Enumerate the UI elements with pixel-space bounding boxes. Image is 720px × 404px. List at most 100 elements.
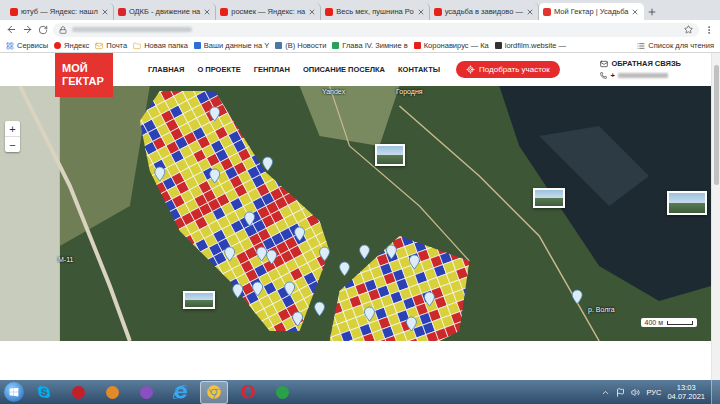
plot[interactable] bbox=[146, 231, 160, 245]
plot[interactable] bbox=[303, 86, 317, 93]
pin-icon[interactable] bbox=[409, 255, 419, 269]
plot[interactable] bbox=[324, 204, 338, 218]
plot[interactable] bbox=[287, 156, 301, 170]
plot[interactable] bbox=[463, 286, 476, 299]
plot[interactable] bbox=[19, 163, 33, 177]
plot[interactable] bbox=[309, 214, 322, 227]
plot[interactable] bbox=[344, 223, 357, 236]
scroll-thumb[interactable] bbox=[714, 65, 719, 185]
plot[interactable] bbox=[285, 89, 299, 103]
plot[interactable] bbox=[180, 337, 194, 341]
plot[interactable] bbox=[75, 246, 89, 260]
plot[interactable] bbox=[91, 170, 105, 184]
plot[interactable] bbox=[439, 220, 452, 233]
plot[interactable] bbox=[77, 166, 91, 180]
plot[interactable] bbox=[320, 218, 334, 232]
taskbar-app[interactable] bbox=[98, 381, 126, 404]
plot[interactable] bbox=[101, 232, 115, 246]
plot[interactable] bbox=[498, 326, 511, 339]
plot[interactable] bbox=[144, 334, 158, 341]
plot[interactable] bbox=[295, 294, 308, 307]
plot[interactable] bbox=[457, 182, 470, 195]
plot[interactable] bbox=[409, 215, 423, 229]
volume-icon[interactable] bbox=[631, 388, 640, 397]
plot[interactable] bbox=[117, 326, 131, 340]
plot[interactable] bbox=[312, 267, 326, 281]
plot[interactable] bbox=[445, 239, 458, 252]
plot[interactable] bbox=[102, 254, 116, 268]
plot[interactable] bbox=[124, 254, 138, 268]
plot[interactable] bbox=[107, 286, 121, 300]
plot[interactable] bbox=[479, 301, 492, 314]
plot[interactable] bbox=[306, 236, 319, 249]
plot[interactable] bbox=[403, 180, 416, 193]
plot[interactable] bbox=[463, 200, 476, 213]
plot[interactable] bbox=[332, 155, 346, 169]
plot[interactable] bbox=[353, 219, 366, 232]
plot[interactable] bbox=[201, 270, 215, 284]
plot[interactable] bbox=[251, 130, 265, 144]
plot[interactable] bbox=[247, 336, 261, 341]
plot[interactable] bbox=[508, 323, 521, 336]
plot[interactable] bbox=[335, 119, 349, 133]
plot[interactable] bbox=[364, 194, 378, 208]
plot[interactable] bbox=[284, 234, 297, 247]
plot[interactable] bbox=[227, 86, 241, 99]
plot[interactable] bbox=[139, 303, 153, 317]
plot[interactable] bbox=[413, 208, 426, 221]
plot[interactable] bbox=[309, 325, 323, 339]
plot[interactable] bbox=[246, 143, 260, 157]
plot[interactable] bbox=[200, 86, 214, 91]
plot[interactable] bbox=[271, 228, 284, 241]
taskbar-app[interactable] bbox=[64, 381, 92, 404]
plot[interactable] bbox=[80, 255, 94, 269]
plot[interactable] bbox=[306, 322, 319, 335]
plot[interactable] bbox=[85, 286, 99, 300]
plot[interactable] bbox=[47, 193, 61, 207]
plot[interactable] bbox=[72, 134, 86, 148]
plot[interactable] bbox=[404, 184, 418, 198]
plot[interactable] bbox=[102, 277, 116, 291]
plot[interactable] bbox=[273, 129, 287, 143]
plot[interactable] bbox=[104, 151, 118, 165]
nav-item[interactable]: ОПИСАНИЕ ПОСЕЛКА bbox=[303, 65, 385, 74]
plot[interactable] bbox=[126, 151, 140, 165]
plot[interactable] bbox=[193, 319, 207, 333]
plot[interactable] bbox=[352, 87, 366, 101]
plot[interactable] bbox=[325, 226, 339, 240]
plot[interactable] bbox=[315, 209, 329, 223]
plot[interactable] bbox=[272, 107, 286, 121]
plot[interactable] bbox=[138, 280, 152, 294]
plot[interactable] bbox=[65, 228, 79, 242]
plot[interactable] bbox=[258, 86, 272, 94]
plot[interactable] bbox=[385, 218, 398, 231]
taskbar-app[interactable] bbox=[132, 381, 160, 404]
plot[interactable] bbox=[304, 316, 318, 330]
plot[interactable] bbox=[100, 187, 114, 201]
pin-icon[interactable] bbox=[253, 282, 263, 296]
plot[interactable] bbox=[126, 321, 140, 335]
plot[interactable] bbox=[387, 216, 401, 230]
plot[interactable] bbox=[51, 202, 65, 216]
plot[interactable] bbox=[328, 168, 342, 182]
plot[interactable] bbox=[124, 231, 138, 245]
plot[interactable] bbox=[104, 174, 118, 188]
plot[interactable] bbox=[251, 322, 265, 336]
bookmark[interactable]: Сервисы bbox=[6, 41, 48, 50]
pin-icon[interactable] bbox=[245, 212, 255, 226]
plot[interactable] bbox=[214, 86, 228, 95]
plot[interactable] bbox=[302, 312, 315, 325]
plot[interactable] bbox=[151, 240, 165, 254]
back-icon[interactable] bbox=[6, 24, 17, 35]
plot[interactable] bbox=[278, 247, 291, 260]
scrollbar[interactable] bbox=[711, 53, 720, 380]
plot[interactable] bbox=[211, 332, 225, 341]
plot[interactable] bbox=[245, 99, 259, 113]
plot[interactable] bbox=[121, 142, 135, 156]
plot[interactable] bbox=[289, 86, 303, 89]
plot[interactable] bbox=[143, 289, 157, 303]
plot[interactable] bbox=[40, 117, 54, 131]
plot[interactable] bbox=[242, 327, 256, 341]
nav-item[interactable]: О ПРОЕКТЕ bbox=[197, 65, 240, 74]
plot[interactable] bbox=[79, 233, 93, 247]
